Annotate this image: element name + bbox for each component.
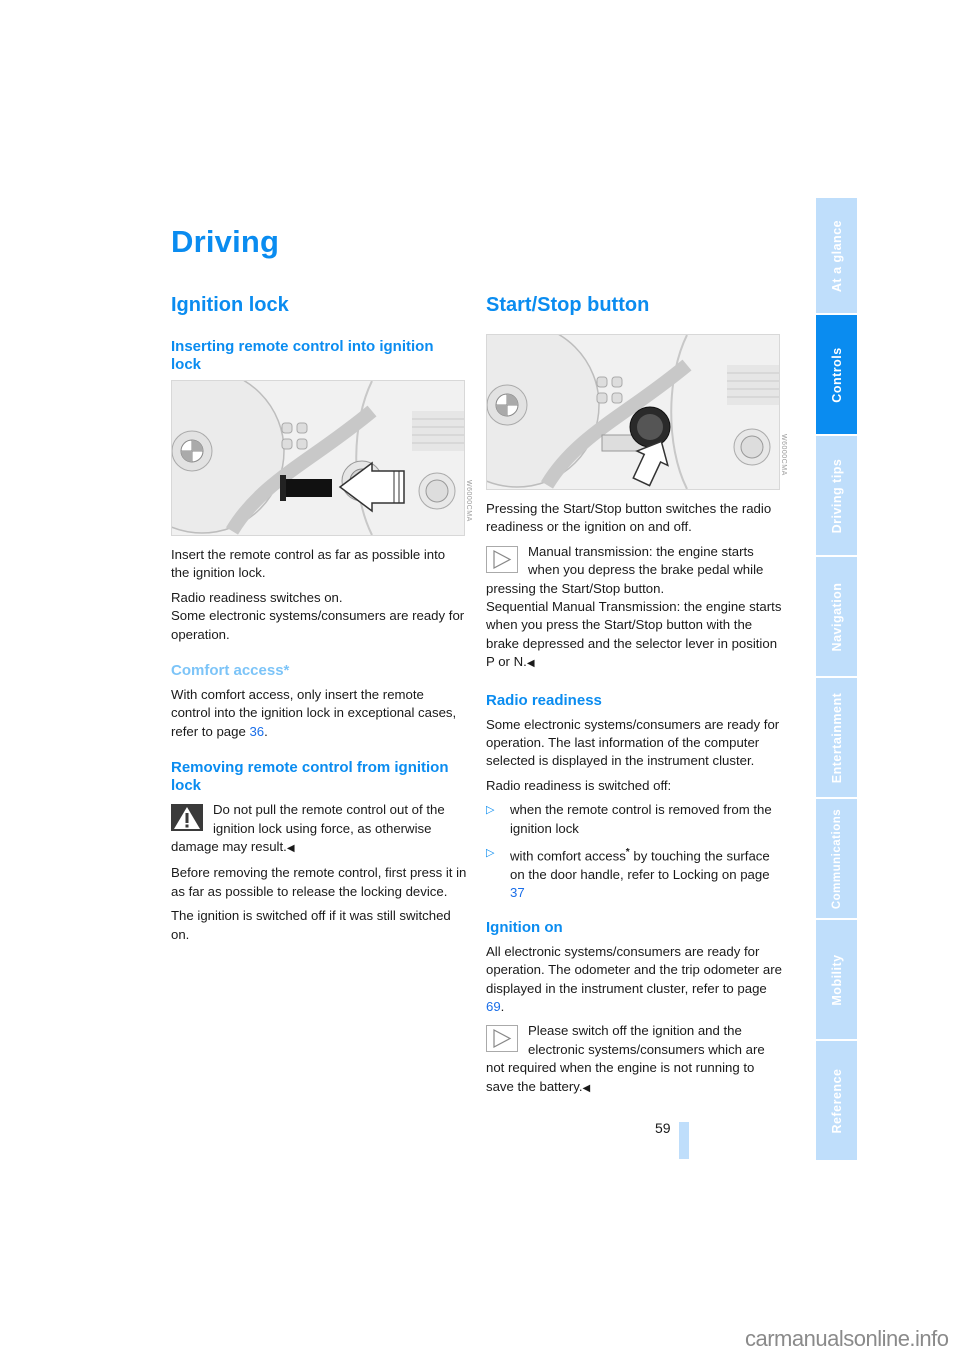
figure-ignition-lock bbox=[171, 380, 465, 536]
watermark: carmanualsonline.info bbox=[745, 1326, 949, 1351]
subsection-title-removing: Removing remote control from ignition lo… bbox=[171, 759, 449, 795]
subsection-title-radio-readiness: Radio readiness bbox=[486, 691, 602, 709]
info-note: Manual transmission: the engine starts w… bbox=[486, 543, 782, 598]
paragraph: Radio readiness switches on. bbox=[171, 589, 343, 605]
page-link-36[interactable]: 36 bbox=[249, 724, 264, 739]
info-note: Please switch off the ignition and the e… bbox=[486, 1022, 782, 1098]
subsection-title-inserting: Inserting remote control into ignition l… bbox=[171, 338, 434, 373]
end-mark-icon: ◀ bbox=[582, 1082, 591, 1094]
end-mark-icon: ◀ bbox=[526, 658, 535, 670]
note-text: Manual transmission: the engine starts w… bbox=[486, 543, 764, 596]
figure-start-stop-button bbox=[486, 334, 780, 490]
list-item: ▷ when the remote control is removed fro… bbox=[486, 802, 772, 836]
bullet-list: ▷ when the remote control is removed fro… bbox=[486, 801, 782, 902]
figure-code: W6000CMA bbox=[465, 480, 472, 522]
tab-mobility[interactable]: Mobility bbox=[816, 920, 857, 1039]
subsection-title-ignition-on: Ignition on bbox=[486, 918, 563, 936]
left-column: Ignition lock Inserting remote control i… bbox=[171, 294, 467, 374]
chapter-title: Driving bbox=[171, 224, 280, 259]
paragraph: Some electronic systems/consumers are re… bbox=[486, 716, 780, 769]
tab-at-a-glance[interactable]: At a glance bbox=[816, 198, 857, 313]
tab-controls[interactable]: Controls bbox=[816, 315, 857, 434]
paragraph: The ignition is switched off if it was s… bbox=[171, 908, 451, 942]
chapter-tabs: At a glance Controls Driving tips Naviga… bbox=[816, 198, 857, 1162]
tab-navigation[interactable]: Navigation bbox=[816, 557, 857, 676]
tab-driving-tips[interactable]: Driving tips bbox=[816, 436, 857, 555]
warning-icon bbox=[171, 804, 203, 832]
note-arrow-icon bbox=[486, 1025, 518, 1053]
paragraph: Insert the remote control as far as poss… bbox=[171, 547, 446, 581]
paragraph: With comfort access, only insert the rem… bbox=[171, 687, 457, 739]
note-arrow-icon bbox=[486, 545, 518, 573]
paragraph: Radio readiness is switched off: bbox=[486, 777, 672, 793]
bullet-arrow-icon: ▷ bbox=[486, 804, 495, 817]
paragraph: Before removing the remote control, firs… bbox=[171, 865, 467, 899]
paragraph: Some electronic systems/consumers are re… bbox=[171, 608, 465, 642]
page-link-37[interactable]: 37 bbox=[510, 885, 525, 900]
warning-note: Do not pull the remote control out of th… bbox=[171, 801, 467, 858]
page-marker-bar bbox=[679, 1122, 689, 1159]
tab-communications[interactable]: Communications bbox=[816, 799, 857, 918]
paragraph: Pressing the Start/Stop button switches … bbox=[486, 501, 772, 535]
bullet-arrow-icon: ▷ bbox=[486, 847, 495, 860]
paragraph: All electronic systems/consumers are rea… bbox=[486, 943, 782, 1014]
note-text: Please switch off the ignition and the e… bbox=[486, 1023, 765, 1094]
page-link-69[interactable]: 69 bbox=[486, 999, 501, 1014]
left-column-text: Insert the remote control as far as poss… bbox=[171, 546, 467, 944]
right-column-text: Pressing the Start/Stop button switches … bbox=[486, 500, 782, 1098]
start-stop-illustration bbox=[487, 335, 779, 489]
section-title-start-stop: Start/Stop button bbox=[486, 294, 650, 316]
page-number: 59 bbox=[655, 1120, 671, 1136]
list-item: ▷ with comfort access* by touching the s… bbox=[486, 844, 782, 903]
note-text-continued: Sequential Manual Transmission: the engi… bbox=[486, 599, 782, 670]
warning-text: Do not pull the remote control out of th… bbox=[171, 802, 445, 855]
end-mark-icon: ◀ bbox=[286, 843, 295, 855]
tab-entertainment[interactable]: Entertainment bbox=[816, 678, 857, 797]
section-title-ignition-lock: Ignition lock bbox=[171, 294, 289, 316]
right-column: Start/Stop button bbox=[486, 294, 782, 317]
figure-code: W6000CMA bbox=[780, 434, 787, 476]
tab-reference[interactable]: Reference bbox=[816, 1041, 857, 1160]
subsection-title-comfort-access: Comfort access* bbox=[171, 662, 290, 680]
steering-wheel-key-illustration bbox=[172, 381, 464, 535]
